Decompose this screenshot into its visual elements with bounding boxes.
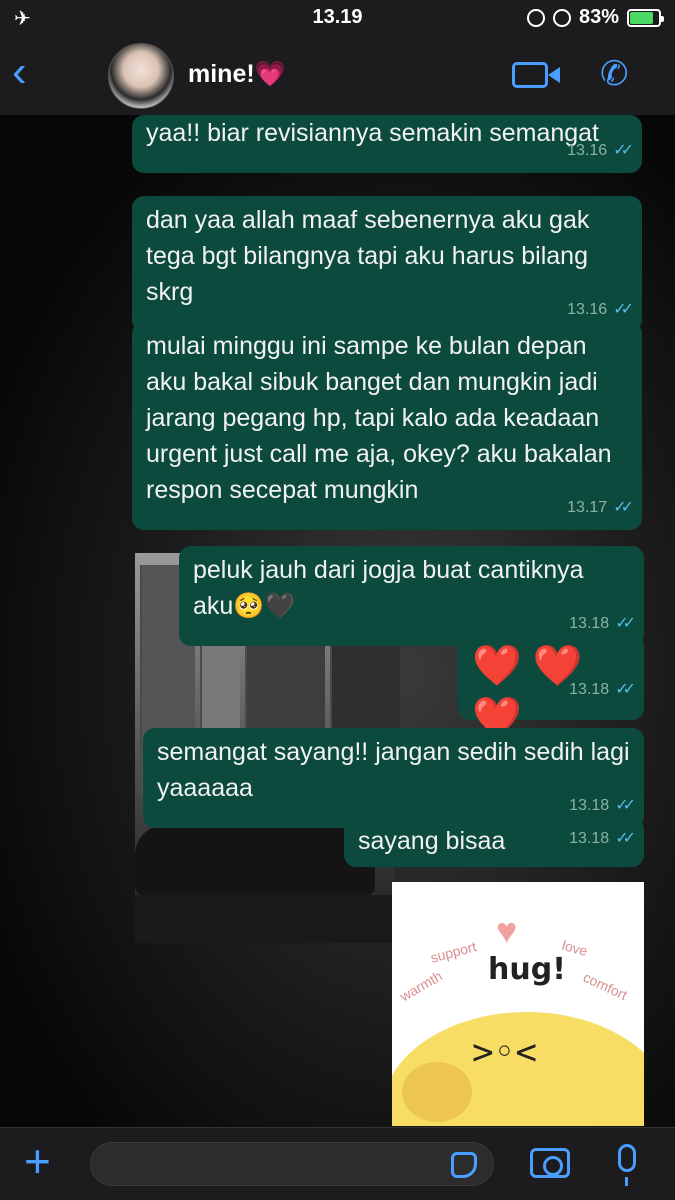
status-right: 83%: [526, 6, 664, 29]
message-text: peluk jauh dari jogja buat cantiknya aku…: [193, 556, 584, 620]
message-text: semangat sayang!! jangan sedih sedih lag…: [157, 738, 630, 802]
message-bubble[interactable]: dan yaa allah maaf sebenernya aku gak te…: [132, 196, 642, 332]
message-meta: 13.18 ✓✓: [569, 664, 636, 716]
status-bar: ✈ 13.19 83%: [0, 0, 675, 36]
wallpaper-car: [135, 825, 375, 895]
sticker-icon[interactable]: [451, 1152, 477, 1178]
message-bubble[interactable]: peluk jauh dari jogja buat cantiknya aku…: [179, 546, 644, 646]
plus-icon[interactable]: +: [24, 1138, 51, 1184]
phone-icon[interactable]: ✆: [600, 54, 629, 94]
video-call-icon[interactable]: [512, 62, 560, 88]
read-ticks-icon: ✓✓: [615, 681, 636, 698]
hug-sticker[interactable]: ♥ support love warmth comfort hug! >◦<: [392, 882, 644, 1126]
chat-header: ‹ mine!💗 ✆: [0, 36, 675, 115]
emoji-message-bubble[interactable]: ❤️ ❤️ ❤️ 13.18 ✓✓: [458, 634, 644, 740]
message-bubble[interactable]: sayang bisaa 13.18 ✓✓: [344, 817, 644, 867]
message-text: mulai minggu ini sampe ke bulan depan ak…: [146, 332, 612, 504]
message-time: 13.17: [567, 499, 608, 516]
sticker-character-hand: [402, 1062, 472, 1122]
message-text: yaa!! biar revisiannya semakin semangat: [146, 119, 600, 147]
read-ticks-icon: ✓✓: [615, 830, 636, 847]
input-bar: +: [0, 1127, 675, 1200]
orientation-lock-icon: [552, 8, 571, 27]
sticker-hug-text: hug!: [488, 952, 566, 987]
back-button[interactable]: ‹: [12, 50, 27, 94]
message-meta: 13.17 ✓✓: [567, 490, 634, 526]
read-ticks-icon: ✓✓: [613, 499, 634, 516]
message-time: 13.18: [569, 830, 610, 847]
message-time: 13.16: [567, 142, 608, 159]
sticker-word: support: [428, 938, 478, 966]
avatar[interactable]: [108, 43, 174, 109]
message-meta: 13.18 ✓✓: [569, 821, 636, 857]
message-input[interactable]: [90, 1142, 494, 1186]
message-bubble[interactable]: yaa!! biar revisiannya semakin semangat …: [132, 115, 642, 173]
heart-icon: ♥: [496, 910, 518, 951]
message-bubble[interactable]: semangat sayang!! jangan sedih sedih lag…: [143, 728, 644, 828]
message-meta: 13.16 ✓✓: [567, 133, 634, 169]
wallpaper-floor: [135, 895, 395, 943]
battery-percent: 83%: [578, 6, 619, 28]
alarm-icon: [526, 8, 545, 27]
read-ticks-icon: ✓✓: [613, 142, 634, 159]
message-text: dan yaa allah maaf sebenernya aku gak te…: [146, 206, 590, 306]
sticker-face-icon: >◦<: [472, 1032, 538, 1073]
microphone-icon[interactable]: [618, 1144, 636, 1186]
message-time: 13.18: [569, 681, 610, 698]
sticker-word: warmth: [397, 967, 445, 1005]
message-bubble[interactable]: mulai minggu ini sampe ke bulan depan ak…: [132, 322, 642, 530]
camera-icon[interactable]: [530, 1148, 570, 1178]
contact-name[interactable]: mine!💗: [188, 60, 286, 89]
sticker-word: comfort: [580, 968, 630, 1004]
battery-icon: [627, 8, 664, 27]
